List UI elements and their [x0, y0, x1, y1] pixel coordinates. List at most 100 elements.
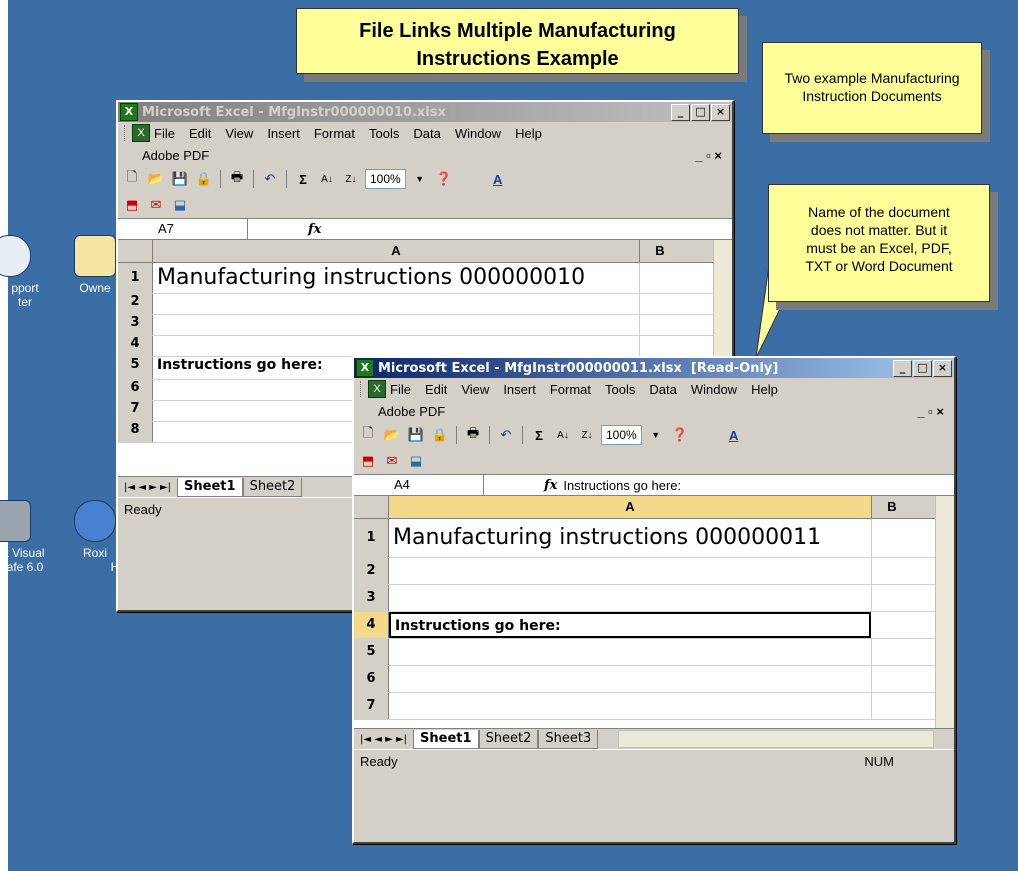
column-header-b[interactable]: B [640, 240, 680, 262]
chevron-down-icon[interactable]: ▼ [410, 169, 430, 189]
table-row-selected: 4 Instructions go here: [354, 612, 954, 639]
menu-view[interactable]: View [225, 126, 253, 141]
new-icon[interactable]: 🗋 [122, 169, 142, 189]
menu-format[interactable]: Format [314, 126, 355, 141]
name-box[interactable]: A4 [354, 475, 484, 495]
font-color-icon[interactable]: A [724, 425, 744, 445]
desktop-icon-support[interactable]: pport ter [0, 235, 50, 309]
autosum-icon[interactable]: Σ [293, 169, 313, 189]
menu-adobe-pdf[interactable]: Adobe PDF [378, 404, 445, 419]
pdf-convert-icon[interactable]: ⬒ [358, 451, 378, 471]
fx-icon[interactable]: fx [308, 222, 321, 237]
permission-icon[interactable]: 🔒 [430, 425, 450, 445]
menu-file[interactable]: File [154, 126, 175, 141]
formula-input[interactable]: Instructions go here: [563, 478, 681, 493]
column-header-b[interactable]: B [872, 496, 912, 518]
menu-insert[interactable]: Insert [503, 382, 536, 397]
print-icon[interactable]: 🖶 [463, 425, 483, 445]
table-row: 3 [354, 585, 954, 612]
excel-doc-icon[interactable]: X [368, 380, 386, 398]
autosum-icon[interactable]: Σ [529, 425, 549, 445]
tab-sheet1[interactable]: Sheet1 [413, 729, 479, 749]
menu-file[interactable]: File [390, 382, 411, 397]
tab-sheet2[interactable]: Sheet2 [242, 477, 303, 497]
open-icon[interactable]: 📂 [146, 169, 166, 189]
minimize-button[interactable]: _ [671, 103, 690, 121]
permission-icon[interactable]: 🔒 [194, 169, 214, 189]
support-icon [0, 235, 31, 277]
undo-icon[interactable]: ↶ [496, 425, 516, 445]
folder-icon [74, 235, 116, 277]
sort-descending-icon[interactable]: Z↓ [341, 169, 361, 189]
desktop-icon-visual-safe[interactable]: t Visual afe 6.0 [0, 500, 50, 574]
status-text: Ready [360, 753, 398, 769]
pdf-review-icon[interactable]: ⬓ [406, 451, 426, 471]
new-icon[interactable]: 🗋 [358, 425, 378, 445]
table-row: 1 Manufacturing instructions 000000010 [118, 263, 732, 294]
menu-bar: X File Edit View Insert Format Tools Dat… [118, 122, 732, 144]
tab-nav-arrows[interactable]: |◄ ◄ ► ►| [354, 734, 413, 745]
vertical-scrollbar[interactable] [935, 496, 954, 728]
title-bar[interactable]: X Microsoft Excel - MfgInstr000000011.xl… [354, 358, 954, 378]
pdf-review-icon[interactable]: ⬓ [170, 195, 190, 215]
sheet-grid[interactable]: A B 1 Manufacturing instructions 00000001… [354, 495, 954, 728]
menu-window[interactable]: Window [691, 382, 737, 397]
save-icon[interactable]: 💾 [170, 169, 190, 189]
excel-doc-icon[interactable]: X [132, 124, 150, 142]
pdf-email-icon[interactable]: ✉ [382, 451, 402, 471]
select-all[interactable] [354, 496, 389, 518]
zoom-select[interactable]: 100% [365, 169, 406, 189]
tab-sheet2[interactable]: Sheet2 [478, 729, 539, 749]
close-button[interactable]: × [711, 103, 730, 121]
pdf-convert-icon[interactable]: ⬒ [122, 195, 142, 215]
doc-window-controls[interactable]: _ ▫ × [695, 148, 722, 163]
menu-data[interactable]: Data [649, 382, 676, 397]
menu-help[interactable]: Help [515, 126, 542, 141]
menu-help[interactable]: Help [751, 382, 778, 397]
roxio-icon [74, 500, 116, 542]
menu-insert[interactable]: Insert [267, 126, 300, 141]
zoom-select[interactable]: 100% [601, 425, 642, 445]
tab-sheet3[interactable]: Sheet3 [538, 729, 599, 749]
excel-icon: X [120, 103, 138, 121]
menu-data[interactable]: Data [413, 126, 440, 141]
open-icon[interactable]: 📂 [382, 425, 402, 445]
tab-nav-arrows[interactable]: |◄ ◄ ► ►| [118, 482, 177, 493]
maximize-button[interactable]: □ [913, 359, 932, 377]
name-box[interactable]: A7 [118, 219, 248, 239]
column-header-a[interactable]: A [153, 240, 640, 262]
maximize-button[interactable]: □ [691, 103, 710, 121]
column-header-a[interactable]: A [389, 496, 872, 518]
sort-ascending-icon[interactable]: A↓ [553, 425, 573, 445]
menu-window[interactable]: Window [455, 126, 501, 141]
undo-icon[interactable]: ↶ [260, 169, 280, 189]
help-icon[interactable]: ❓ [434, 169, 454, 189]
sort-ascending-icon[interactable]: A↓ [317, 169, 337, 189]
minimize-button[interactable]: _ [893, 359, 912, 377]
menu-adobe-pdf[interactable]: Adobe PDF [142, 148, 209, 163]
doc-window-controls[interactable]: _ ▫ × [917, 404, 944, 419]
chevron-down-icon[interactable]: ▼ [646, 425, 666, 445]
window-title: Microsoft Excel - MfgInstr000000011.xlsx… [378, 360, 779, 376]
excel-icon: X [356, 359, 374, 377]
menu-format[interactable]: Format [550, 382, 591, 397]
pdf-email-icon[interactable]: ✉ [146, 195, 166, 215]
close-button[interactable]: × [933, 359, 952, 377]
menu-view[interactable]: View [461, 382, 489, 397]
menu-tools[interactable]: Tools [369, 126, 399, 141]
help-icon[interactable]: ❓ [670, 425, 690, 445]
menu-tools[interactable]: Tools [605, 382, 635, 397]
horizontal-scrollbar[interactable] [618, 730, 934, 748]
sort-descending-icon[interactable]: Z↓ [577, 425, 597, 445]
tab-sheet1[interactable]: Sheet1 [177, 477, 243, 497]
menu-edit[interactable]: Edit [189, 126, 211, 141]
font-color-icon[interactable]: A [488, 169, 508, 189]
title-bar[interactable]: X Microsoft Excel - MfgInstr000000010.xl… [118, 102, 732, 122]
menu-edit[interactable]: Edit [425, 382, 447, 397]
excel-window-11[interactable]: X Microsoft Excel - MfgInstr000000011.xl… [352, 356, 956, 844]
table-row: 4 [118, 336, 732, 357]
fx-icon[interactable]: fx [544, 478, 557, 493]
print-icon[interactable]: 🖶 [227, 169, 247, 189]
save-icon[interactable]: 💾 [406, 425, 426, 445]
select-all[interactable] [118, 240, 153, 262]
